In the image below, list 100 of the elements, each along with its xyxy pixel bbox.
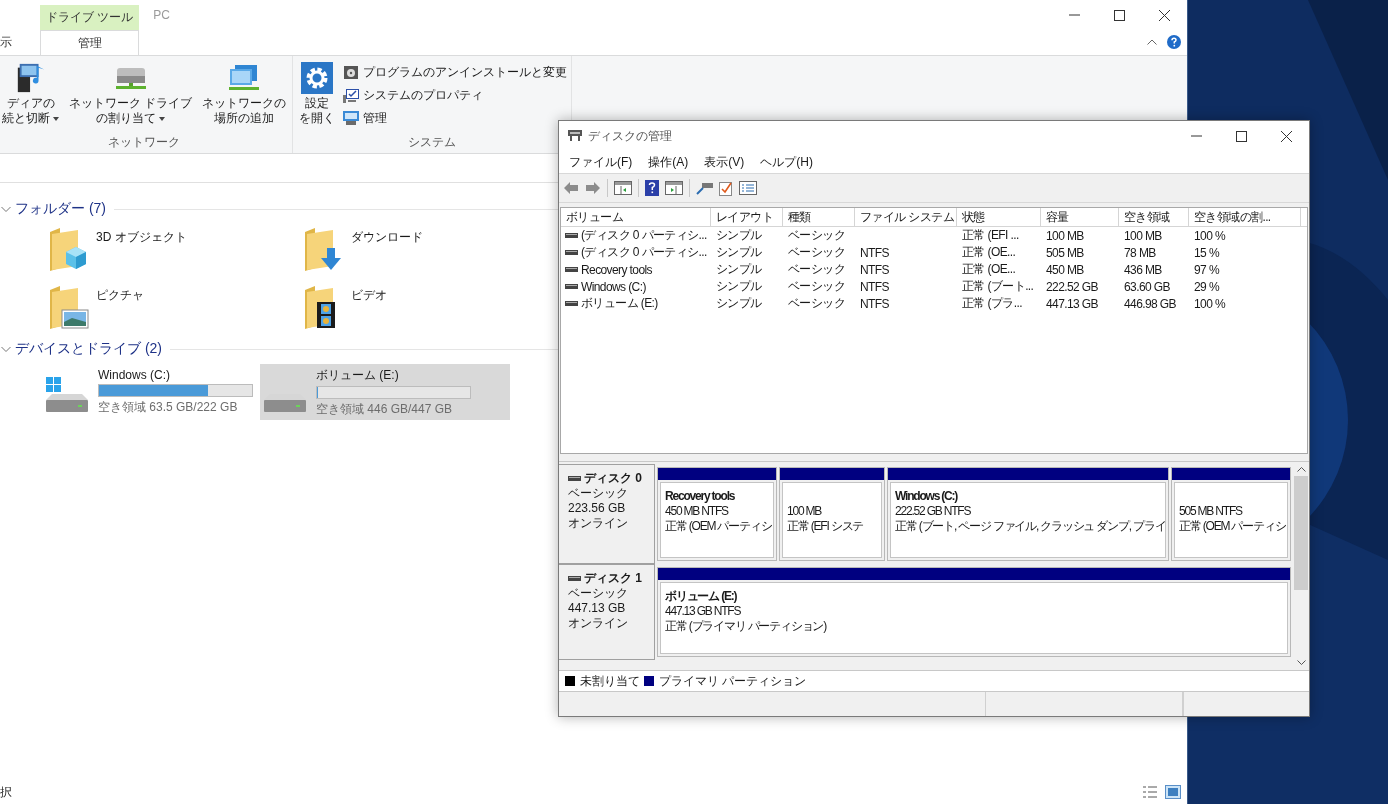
download-folder-icon xyxy=(304,227,344,271)
table-cell: 78 MB xyxy=(1124,245,1156,260)
chevron-icon[interactable] xyxy=(1,345,11,353)
drive-tile[interactable]: Windows (C:) 空き領域 63.5 GB/222 GB xyxy=(42,364,260,420)
partition-block[interactable]: 505 MB NTFS 正常 (OEM パーティシ xyxy=(1171,467,1291,561)
table-cell: 正常 (プラ... xyxy=(962,295,1022,312)
help-icon[interactable] xyxy=(645,180,659,196)
disk-manager-icon xyxy=(567,130,583,142)
partition-status: 正常 (OEM パーティシ xyxy=(665,519,772,534)
scroll-thumb[interactable] xyxy=(1294,476,1308,590)
ribbon-button[interactable]: プログラムのアンインストールと変更 xyxy=(343,62,568,82)
disk-status: オンライン xyxy=(568,616,629,631)
table-cell: NTFS xyxy=(860,279,889,294)
column-header[interactable]: ボリューム xyxy=(561,208,711,226)
table-cell: Windows (C:) xyxy=(581,279,646,294)
partition-size: 450 MB NTFS xyxy=(665,504,728,519)
status-text: 択 xyxy=(0,783,12,801)
properties-icon[interactable] xyxy=(739,181,757,195)
chevron-icon[interactable] xyxy=(1,205,11,213)
folder-name[interactable]: ダウンロード xyxy=(351,229,423,246)
maximize-icon xyxy=(1236,130,1247,142)
volume-icon xyxy=(565,267,578,272)
folder-name[interactable]: ピクチャ xyxy=(96,287,144,304)
window-title: ディスクの管理 xyxy=(588,127,673,145)
computer-icon xyxy=(343,111,360,125)
partition-status: 正常 (OEM パーティシ xyxy=(1179,519,1286,534)
disk-name: ディスク 1 xyxy=(584,571,642,586)
table-cell: NTFS xyxy=(860,245,889,260)
column-header[interactable]: 種類 xyxy=(783,208,855,226)
partition-size: 222.52 GB NTFS xyxy=(895,504,971,519)
large-icons-view-icon[interactable] xyxy=(1165,785,1181,799)
column-header[interactable]: 空き領域の割... xyxy=(1189,208,1301,226)
table-cell: 100 % xyxy=(1194,228,1226,243)
menu-item[interactable]: ファイル(F) xyxy=(561,153,641,171)
table-cell: シンプル xyxy=(716,244,762,261)
free-space-text: 空き領域 63.5 GB/222 GB xyxy=(98,399,239,416)
back-arrow-icon[interactable] xyxy=(563,181,579,195)
close-icon xyxy=(1159,9,1170,21)
section-header[interactable]: フォルダー (7) xyxy=(15,200,106,218)
collapse-ribbon-icon[interactable] xyxy=(1147,39,1157,45)
disk-label-panel[interactable]: ディスク 1 ベーシック 447.13 GB オンライン xyxy=(559,564,655,660)
connect-icon[interactable] xyxy=(696,181,713,195)
drive-icon xyxy=(46,394,88,412)
gear-icon xyxy=(301,62,334,94)
partition-size: 447.13 GB NTFS xyxy=(665,604,741,619)
column-header[interactable]: 空き領域 xyxy=(1119,208,1189,226)
partition-block[interactable]: Recovery tools 450 MB NTFS 正常 (OEM パーティシ xyxy=(657,467,777,561)
menu-item[interactable]: ヘルプ(H) xyxy=(752,153,821,171)
disk-icon xyxy=(568,476,581,481)
drive-tile[interactable]: ボリューム (E:) 空き領域 446 GB/447 GB xyxy=(260,364,510,420)
disk-size: 447.13 GB xyxy=(568,601,627,616)
details-view-icon[interactable] xyxy=(1142,785,1158,799)
disk-type: ベーシック xyxy=(568,586,629,601)
cube-folder-icon xyxy=(49,227,89,271)
scrollbar[interactable] xyxy=(1293,462,1309,670)
checklist-icon[interactable] xyxy=(719,180,733,196)
table-cell: ベーシック xyxy=(788,261,845,278)
table-cell: 63.60 GB xyxy=(1124,279,1170,294)
table-cell: (ディスク 0 パーティシ... xyxy=(581,244,707,261)
ribbon-button[interactable]: ネットワークの 場所の追加 xyxy=(200,60,289,134)
disk-label-panel[interactable]: ディスク 0 ベーシック 223.56 GB オンライン xyxy=(559,464,655,564)
scroll-up-icon[interactable] xyxy=(1296,467,1306,472)
disk-icon xyxy=(568,576,581,581)
column-header[interactable]: レイアウト xyxy=(711,208,783,226)
column-header[interactable]: ファイル システム xyxy=(855,208,957,226)
table-cell: シンプル xyxy=(716,261,762,278)
ribbon-button[interactable]: 設定 を開く xyxy=(297,60,338,134)
folder-name[interactable]: ビデオ xyxy=(351,287,387,304)
ribbon-tab[interactable]: 管理 xyxy=(40,30,140,55)
forward-arrow-icon[interactable] xyxy=(585,181,601,195)
partition-block[interactable]: Windows (C:) 222.52 GB NTFS 正常 (ブート, ページ ファイル, クラッシュ ダンプ, プライ xyxy=(887,467,1169,561)
drive-name: ボリューム (E:) xyxy=(316,366,400,384)
drive-name: Windows (C:) xyxy=(98,368,171,382)
scroll-down-icon[interactable] xyxy=(1296,660,1306,665)
ribbon-button[interactable]: ディアの 続と切断 xyxy=(0,60,61,134)
partition-status: 正常 (プライマリ パーティション) xyxy=(665,619,827,634)
table-cell: 正常 (OE... xyxy=(962,261,1016,278)
volume-icon xyxy=(565,250,578,255)
section-header[interactable]: デバイスとドライブ (2) xyxy=(15,340,162,358)
column-header[interactable]: 容量 xyxy=(1041,208,1119,226)
folder-name[interactable]: 3D オブジェクト xyxy=(96,229,187,246)
ribbon-button[interactable]: システムのプロパティ xyxy=(343,85,568,105)
group-label: システム xyxy=(407,134,458,151)
column-header[interactable]: 状態 xyxy=(957,208,1041,226)
ribbon-tab[interactable]: 示 xyxy=(0,30,20,55)
pane-icon[interactable] xyxy=(614,181,632,195)
volume-icon xyxy=(565,301,578,306)
menu-item[interactable]: 操作(A) xyxy=(640,153,697,171)
table-cell: 100 MB xyxy=(1046,228,1084,243)
minimize-icon xyxy=(1069,14,1080,16)
window-title: PC xyxy=(153,8,170,22)
help-icon[interactable] xyxy=(1167,35,1181,49)
table-cell: 447.13 GB xyxy=(1046,296,1098,311)
close-icon xyxy=(1281,130,1292,142)
partition-block[interactable]: 100 MB 正常 (EFI システ xyxy=(779,467,885,561)
ribbon-button[interactable]: ネットワーク ドライブ の割り当て xyxy=(67,60,195,134)
menu-item[interactable]: 表示(V) xyxy=(696,153,753,171)
pane-icon[interactable] xyxy=(665,181,683,195)
table-cell: ボリューム (E:) xyxy=(581,295,658,312)
partition-block[interactable]: ボリューム (E:) 447.13 GB NTFS 正常 (プライマリ パーティション) xyxy=(657,567,1291,657)
